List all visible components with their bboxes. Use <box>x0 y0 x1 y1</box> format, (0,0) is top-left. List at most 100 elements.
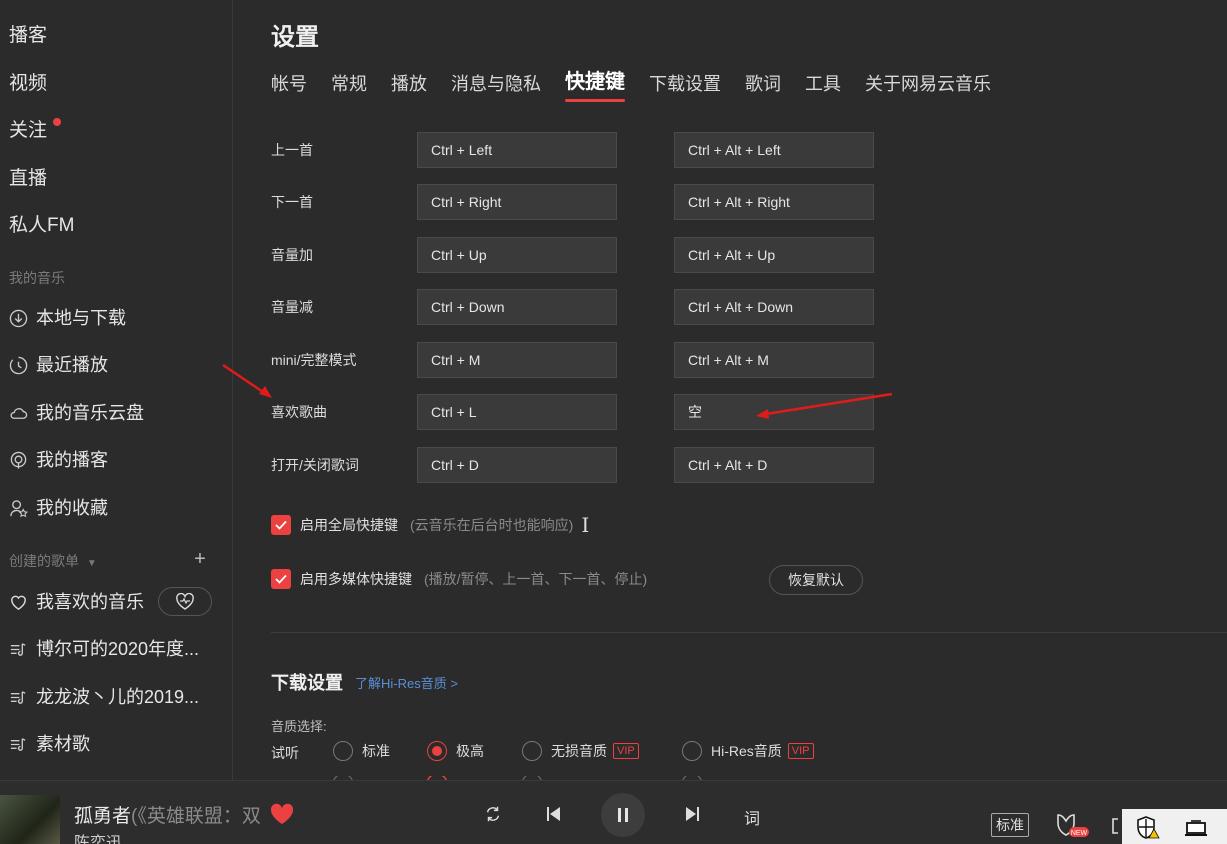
add-playlist-button[interactable]: + <box>190 549 210 569</box>
shortcut-row-prev: 上一首 Ctrl + Left Ctrl + Alt + Left <box>271 132 891 168</box>
shortcut-row-lyrics: 打开/关闭歌词 Ctrl + D Ctrl + Alt + D <box>271 447 891 483</box>
check-icon <box>275 574 287 584</box>
shortcut-local-input[interactable]: Ctrl + Up <box>417 237 617 273</box>
tab-download[interactable]: 下载设置 <box>649 70 721 98</box>
sidebar-item-fm[interactable]: 私人FM <box>9 212 74 240</box>
system-tray <box>1122 809 1227 844</box>
sidebar-item-label: 博尔可的2020年度... <box>36 639 200 659</box>
shortcut-global-input[interactable]: Ctrl + Alt + D <box>674 447 874 483</box>
caret-down-icon: ▼ <box>86 558 97 569</box>
tab-account[interactable]: 帐号 <box>271 70 307 98</box>
shortcut-name: mini/完整模式 <box>271 352 357 368</box>
tab-tools[interactable]: 工具 <box>805 70 841 98</box>
sidebar-item-label: 龙龙波丶儿的2019... <box>36 687 200 707</box>
sidebar-item-collection[interactable]: 我的收藏 <box>9 494 108 522</box>
sidebar-item-local-download[interactable]: 本地与下载 <box>9 304 126 332</box>
sidebar-item-label: 素材歌 <box>36 734 90 754</box>
sidebar-playlist-2020[interactable]: 博尔可的2020年度... <box>9 635 199 663</box>
shortcut-name: 打开/关闭歌词 <box>271 457 359 473</box>
album-cover[interactable] <box>0 795 60 844</box>
heart-outline-icon <box>11 595 26 610</box>
radio-button[interactable] <box>522 741 542 761</box>
quality-option-hires[interactable]: Hi-Res音质 VIP <box>682 741 814 761</box>
pause-button[interactable] <box>601 793 645 837</box>
radio-button[interactable] <box>333 741 353 761</box>
shortcut-global-input[interactable]: Ctrl + Alt + Up <box>674 237 874 273</box>
shortcut-name: 音量加 <box>271 247 313 263</box>
shortcut-global-input[interactable]: Ctrl + Alt + Left <box>674 132 874 168</box>
playlist-icon <box>10 690 26 704</box>
tab-playback[interactable]: 播放 <box>391 70 427 98</box>
shortcut-local-input[interactable]: Ctrl + Left <box>417 132 617 168</box>
sound-effect-icon[interactable]: NEW <box>1054 811 1090 839</box>
shortcut-name: 音量减 <box>271 299 313 315</box>
vip-badge: VIP <box>613 743 639 759</box>
quality-option-high[interactable]: 极高 <box>427 741 484 761</box>
playlist-icon <box>10 642 26 656</box>
sidebar-playlist-material[interactable]: 素材歌 <box>9 730 90 758</box>
sidebar: 播客 视频 关注 直播 私人FM 我的音乐 本地与下载 最近播放 我的音乐云盘 … <box>0 0 233 780</box>
heartbeat-mode-button[interactable] <box>158 587 212 616</box>
download-icon <box>9 309 28 327</box>
song-artist[interactable]: 陈奕迅 <box>74 829 122 844</box>
previous-track-icon[interactable] <box>546 805 562 823</box>
created-playlists-label[interactable]: 创建的歌单 ▼ <box>9 551 97 571</box>
sound-quality-button[interactable]: 标准 <box>991 813 1029 837</box>
sidebar-item-recent[interactable]: 最近播放 <box>9 351 108 379</box>
shortcut-global-input[interactable]: Ctrl + Alt + Down <box>674 289 874 325</box>
shortcut-local-input[interactable]: Ctrl + M <box>417 342 617 378</box>
settings-panel: 设置 帐号 常规 播放 消息与隐私 快捷键 下载设置 歌词 工具 关于网易云音乐… <box>234 0 1227 780</box>
section-divider <box>271 632 1227 633</box>
bracket-icon[interactable] <box>1110 817 1120 835</box>
vip-badge: VIP <box>787 743 814 759</box>
shortcut-global-input[interactable]: Ctrl + Alt + Right <box>674 184 874 220</box>
lyrics-button[interactable]: 词 <box>744 805 760 829</box>
sidebar-item-podcast[interactable]: 播客 <box>9 22 47 50</box>
loop-icon[interactable] <box>484 805 502 823</box>
shortcut-global-input[interactable]: 空 <box>674 394 874 430</box>
restore-default-button[interactable]: 恢复默认 <box>769 565 863 595</box>
quality-option-label: Hi-Res音质 <box>711 743 782 759</box>
tab-privacy[interactable]: 消息与隐私 <box>451 70 541 98</box>
listen-quality-label: 试听 <box>271 745 299 761</box>
sidebar-item-follow[interactable]: 关注 <box>9 117 47 145</box>
settings-tabs: 帐号 常规 播放 消息与隐私 快捷键 下载设置 歌词 工具 关于网易云音乐 <box>271 68 1015 102</box>
cloud-icon <box>10 407 28 419</box>
shortcut-local-input[interactable]: Ctrl + D <box>417 447 617 483</box>
global-hotkey-hint: (云音乐在后台时也能响应) <box>410 517 574 533</box>
device-icon[interactable] <box>1184 819 1208 837</box>
media-hotkey-checkbox[interactable] <box>271 569 291 589</box>
shortcut-local-input[interactable]: Ctrl + Down <box>417 289 617 325</box>
radio-button[interactable] <box>427 741 447 761</box>
radio-button[interactable] <box>682 741 702 761</box>
sidebar-playlist-liked[interactable]: 我喜欢的音乐 <box>9 588 144 616</box>
next-track-icon[interactable] <box>684 805 700 823</box>
shortcut-row-mini-mode: mini/完整模式 Ctrl + M Ctrl + Alt + M <box>271 342 891 378</box>
sidebar-item-cloud[interactable]: 我的音乐云盘 <box>9 399 144 427</box>
sidebar-item-live[interactable]: 直播 <box>9 165 47 193</box>
hires-info-link[interactable]: 了解Hi-Res音质 > <box>355 673 458 692</box>
sidebar-item-video[interactable]: 视频 <box>9 70 47 98</box>
sidebar-playlist-2019[interactable]: 龙龙波丶儿的2019... <box>9 683 199 711</box>
shortcut-local-input[interactable]: Ctrl + L <box>417 394 617 430</box>
shortcut-global-input[interactable]: Ctrl + Alt + M <box>674 342 874 378</box>
tab-about[interactable]: 关于网易云音乐 <box>865 70 991 98</box>
media-hotkey-label[interactable]: 启用多媒体快捷键 <box>300 569 412 589</box>
global-hotkey-checkbox[interactable] <box>271 515 291 535</box>
svg-text:NEW: NEW <box>1071 830 1088 837</box>
quality-option-lossless[interactable]: 无损音质 VIP <box>522 741 639 761</box>
song-title[interactable]: 孤勇者(《英雄联盟：双 <box>74 801 269 828</box>
global-hotkey-label[interactable]: 启用全局快捷键 <box>300 515 398 535</box>
shield-warning-icon[interactable] <box>1136 815 1160 841</box>
quality-option-standard[interactable]: 标准 <box>333 741 390 761</box>
sidebar-item-my-podcast[interactable]: 我的播客 <box>9 446 108 474</box>
notification-dot <box>53 118 61 126</box>
tab-lyrics[interactable]: 歌词 <box>745 70 781 98</box>
tab-general[interactable]: 常规 <box>331 70 367 98</box>
shortcut-local-input[interactable]: Ctrl + Right <box>417 184 617 220</box>
check-icon <box>275 520 287 530</box>
quality-option-label: 无损音质 <box>551 743 607 759</box>
tab-shortcuts[interactable]: 快捷键 <box>565 68 625 102</box>
heart-filled-icon[interactable] <box>270 803 294 825</box>
playlist-icon <box>10 737 26 751</box>
